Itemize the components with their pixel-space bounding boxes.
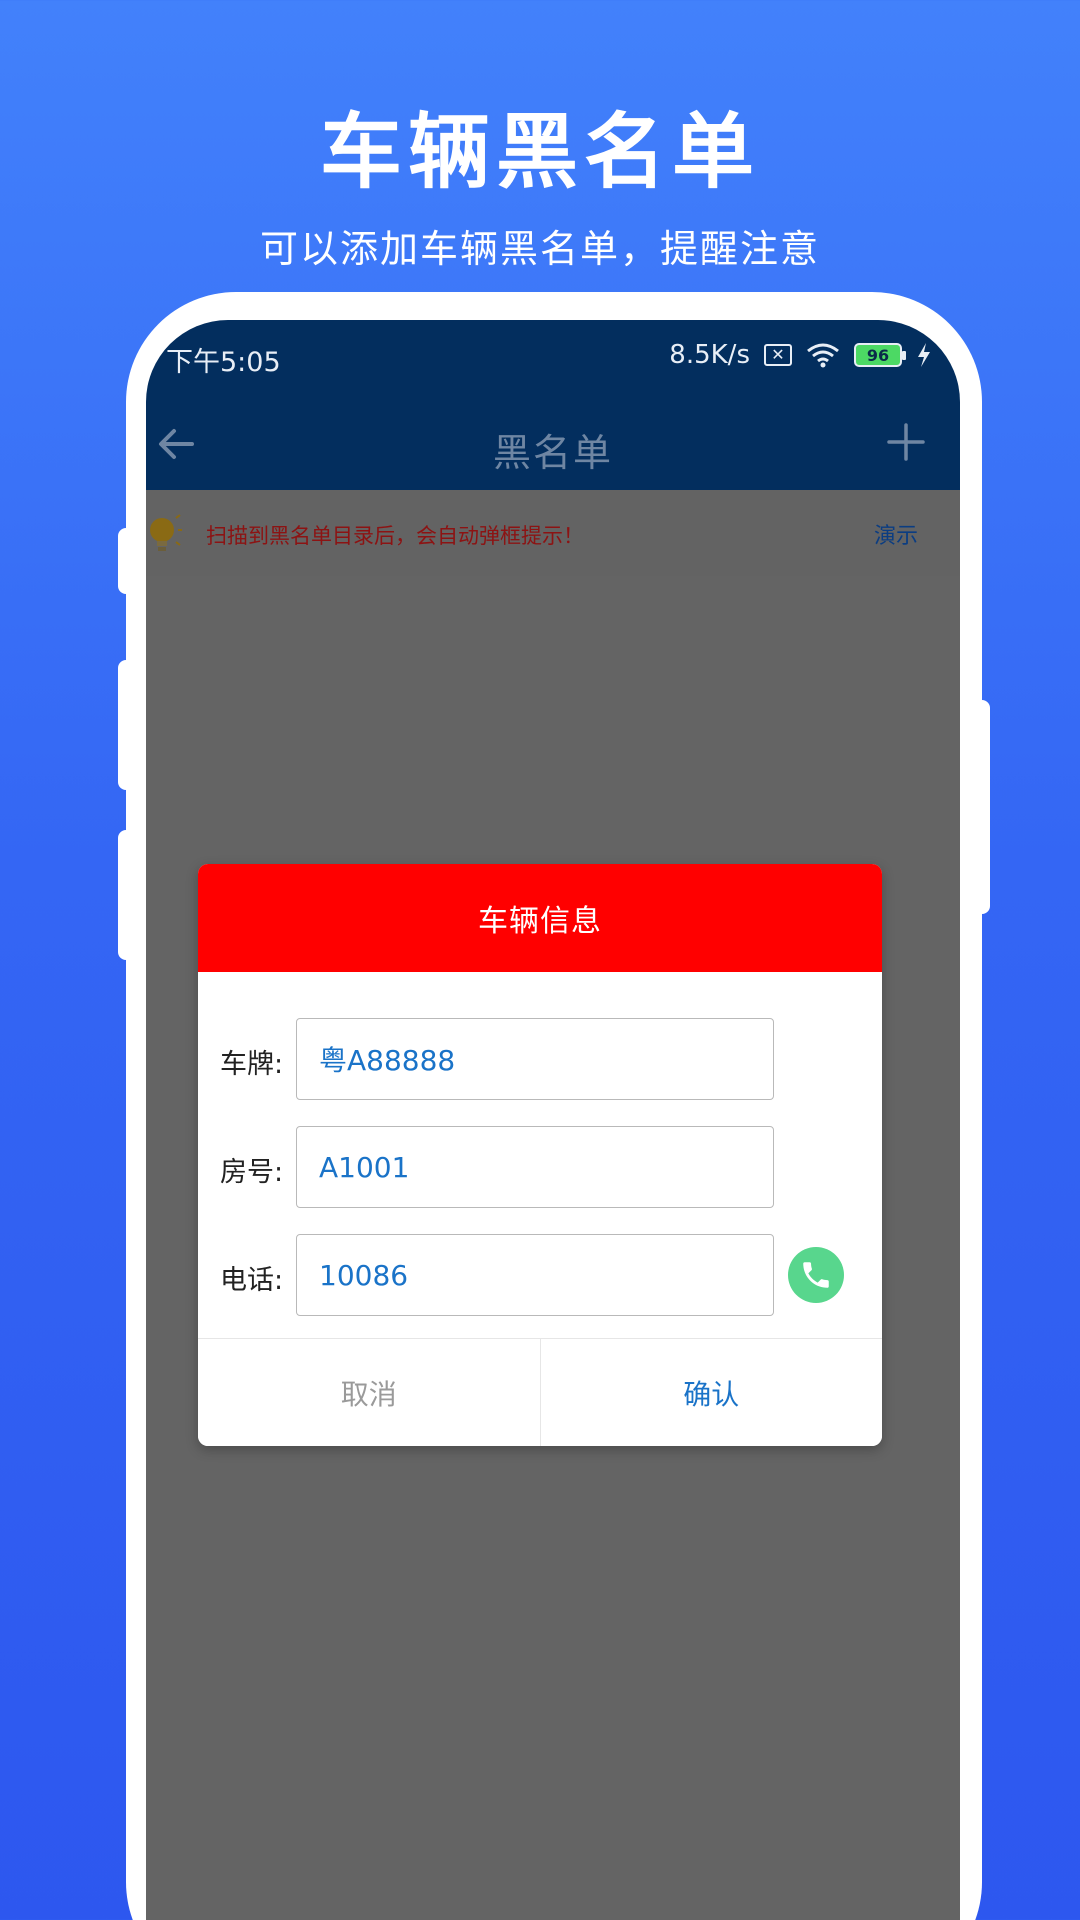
battery-icon: 96 <box>854 343 906 367</box>
plate-row: 车牌: <box>198 1018 882 1100</box>
notice-text: 扫描到黑名单目录后，会自动弹框提示！ <box>206 524 584 548</box>
lightbulb-icon <box>150 514 182 551</box>
network-speed: 8.5K/s <box>669 340 750 370</box>
room-row: 房号: <box>198 1126 882 1208</box>
charging-icon <box>918 343 930 367</box>
phone-side-button-left-1 <box>118 528 140 594</box>
plate-input[interactable] <box>296 1018 774 1100</box>
status-bar: 下午5:05 8.5K/s ✕ 96 <box>146 320 960 400</box>
status-time: 下午5:05 <box>166 347 281 378</box>
phone-side-button-right <box>968 700 990 914</box>
phone-input[interactable] <box>296 1234 774 1316</box>
phone-side-button-left-2 <box>118 660 140 790</box>
call-button[interactable] <box>788 1247 844 1303</box>
status-icons: 8.5K/s ✕ 96 <box>669 340 932 370</box>
phone-side-button-left-3 <box>118 830 140 960</box>
phone-row: 电话: <box>198 1234 882 1316</box>
promo-subtitle: 可以添加车辆黑名单，提醒注意 <box>259 227 820 271</box>
plus-icon[interactable] <box>886 422 926 462</box>
dialog-title: 车辆信息 <box>198 864 882 972</box>
app-bar: 黑名单 <box>146 400 960 490</box>
notice-bar: 扫描到黑名单目录后，会自动弹框提示！ 演示 <box>146 490 960 576</box>
plate-label: 车牌: <box>220 1049 284 1080</box>
sim-x-icon: ✕ <box>764 344 792 366</box>
wifi-icon <box>807 343 839 368</box>
page-title: 黑名单 <box>492 431 613 475</box>
dialog-footer: 取消 确认 <box>198 1338 882 1446</box>
room-label: 房号: <box>220 1157 284 1188</box>
promo-title: 车辆黑名单 <box>319 105 760 200</box>
phone-call-icon <box>803 1262 829 1288</box>
room-input[interactable] <box>296 1126 774 1208</box>
confirm-button[interactable]: 确认 <box>540 1339 882 1446</box>
phone-label: 电话: <box>220 1265 284 1296</box>
demo-link[interactable]: 演示 <box>874 518 918 550</box>
vehicle-info-dialog: 车辆信息 车牌: 房号: 电话: 取消 确认 <box>198 864 882 1446</box>
cancel-button[interactable]: 取消 <box>198 1339 541 1446</box>
